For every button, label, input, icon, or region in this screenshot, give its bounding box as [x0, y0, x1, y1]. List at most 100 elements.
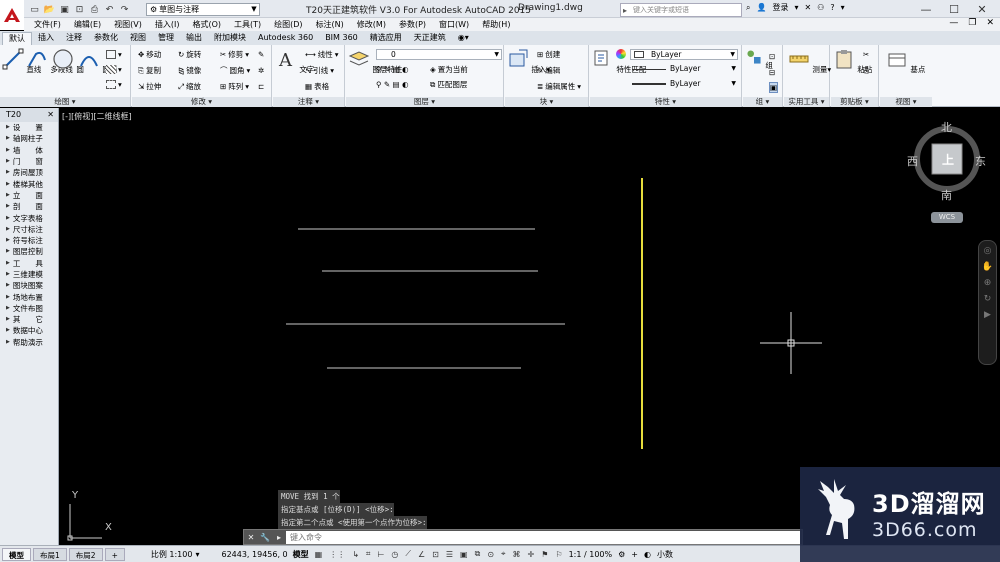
menu-modify[interactable]: 修改(M) [357, 19, 386, 30]
mirror-button[interactable]: ⧎ 镜像 [178, 65, 201, 76]
group-edit-icon[interactable]: ⊟ [769, 67, 775, 78]
menu-parametric[interactable]: 参数(P) [399, 19, 426, 30]
redo-icon[interactable]: ↷ [118, 4, 131, 16]
plus-icon[interactable]: + [631, 550, 638, 559]
user-icon[interactable]: 👤 [756, 3, 766, 12]
tab-model[interactable]: 模型 [2, 547, 31, 561]
linetype-dropdown[interactable]: ByLayer ▼ [630, 64, 738, 75]
menu-dimension[interactable]: 标注(N) [316, 19, 344, 30]
grid-icon[interactable]: ▦ [315, 550, 323, 559]
tab-output[interactable]: 输出 [180, 32, 208, 45]
ungroup-icon[interactable]: ⊡ [769, 51, 775, 62]
annotation-visibility-icon[interactable]: ⚑ [541, 550, 548, 559]
leader-button[interactable]: ↖ 引线 ▾ [305, 65, 334, 76]
table-button[interactable]: ▦ 表格 [305, 81, 329, 92]
tab-default[interactable]: 默认 [2, 32, 32, 45]
palette-item[interactable]: ▶ 图块图案 [0, 280, 58, 291]
tab-more-icon[interactable]: ◉▾ [452, 32, 475, 45]
make-current-button[interactable]: ◈ 置为当前 [430, 64, 468, 75]
hatch-icon[interactable]: ▾ [106, 64, 122, 75]
doc-minimize-icon[interactable]: — [949, 18, 958, 28]
stretch-button[interactable]: ⇲ 拉伸 [138, 81, 161, 92]
maximize-icon[interactable]: ☐ [940, 0, 968, 18]
text-button[interactable]: A 文字 [275, 48, 314, 75]
workspace-dropdown[interactable]: ⚙ 草图与注释 ▼ [146, 3, 260, 16]
palette-item[interactable]: ▶ 数据中心 [0, 325, 58, 336]
3d-osnap-icon[interactable]: ⊙ [487, 550, 494, 559]
arc-button[interactable]: 圆弧 [78, 48, 117, 75]
isolate-icon[interactable]: ◐ [644, 550, 651, 559]
palette-item[interactable]: ▶ 符号标注 [0, 235, 58, 246]
panel-layers-title[interactable]: 图层 ▾ [346, 97, 503, 107]
steering-wheel-icon[interactable]: ◎ [979, 243, 996, 259]
palette-item[interactable]: ▶ 图层控制 [0, 246, 58, 257]
layer-properties-button[interactable]: 图层特性 [348, 48, 402, 75]
model-space-toggle[interactable]: 模型 [293, 549, 309, 560]
palette-color-icon[interactable] [616, 49, 626, 59]
palette-item[interactable]: ▶ 设 置 [0, 122, 58, 133]
group-button[interactable]: 组 [745, 48, 773, 71]
menu-insert[interactable]: 插入(I) [155, 19, 180, 30]
annotation-scale-value[interactable]: 1:1 / 100% [569, 550, 613, 559]
polyline-button[interactable]: 多段线 [26, 48, 73, 75]
menu-help[interactable]: 帮助(H) [482, 19, 510, 30]
palette-item[interactable]: ▶ 帮助演示 [0, 337, 58, 348]
ortho-icon[interactable]: ⊢ [377, 550, 384, 559]
tab-annotate[interactable]: 注释 [60, 32, 88, 45]
circle-button[interactable]: 圆 [52, 48, 84, 75]
lineweight-dropdown[interactable]: ByLayer ▼ [630, 79, 738, 90]
new-file-icon[interactable]: ▭ [28, 4, 41, 16]
chevron-down-icon[interactable]: ▾ [195, 550, 199, 559]
compass-north[interactable]: 北 [941, 119, 952, 135]
print-icon[interactable]: ⎙ [88, 4, 101, 16]
binoculars-icon[interactable]: ⌕ [746, 3, 750, 13]
dynamic-input-icon[interactable]: ⌗ [366, 549, 371, 559]
showmotion-icon[interactable]: ▶ [979, 307, 996, 323]
match-layer-button[interactable]: ⧉ 匹配图层 [430, 79, 467, 90]
workspace-switch-icon[interactable]: ⚙ [618, 550, 625, 559]
menu-format[interactable]: 格式(O) [192, 19, 221, 30]
selection-filter-icon[interactable]: ⌘ [513, 550, 521, 559]
tab-manage[interactable]: 管理 [152, 32, 180, 45]
panel-modify-title[interactable]: 修改 ▾ [132, 97, 271, 107]
tab-view[interactable]: 视图 [124, 32, 152, 45]
compass-south[interactable]: 南 [941, 187, 952, 203]
linear-dim-button[interactable]: ⟷ 线性 ▾ [305, 49, 339, 60]
lineweight-icon[interactable]: ☰ [446, 550, 453, 559]
menu-window[interactable]: 窗口(W) [439, 19, 469, 30]
menu-view[interactable]: 视图(V) [114, 19, 142, 30]
match-properties-button[interactable]: 特性匹配 [592, 48, 646, 75]
help-icon[interactable]: ? [830, 3, 834, 12]
connect-icon[interactable]: ⚇ [817, 3, 824, 12]
navigation-bar[interactable]: ◎ ✋ ⊕ ↻ ▶ [978, 240, 997, 365]
chevron-down-icon[interactable]: ▾ [794, 3, 798, 12]
infer-icon[interactable]: ↳ [352, 550, 359, 559]
chevron-down-icon[interactable]: ▾ [841, 3, 845, 12]
scale-button[interactable]: ⤢ 缩放 [178, 81, 201, 92]
panel-groups-title[interactable]: 组 ▾ [743, 97, 782, 107]
save-as-icon[interactable]: ⊡ [73, 4, 86, 16]
palette-item[interactable]: ▶ 房间屋顶 [0, 167, 58, 178]
tab-featured-apps[interactable]: 精选应用 [364, 32, 408, 45]
offset-icon[interactable]: ⊏ [258, 81, 264, 92]
polar-icon[interactable]: ◷ [391, 550, 398, 559]
insert-block-button[interactable]: 插入▾ [507, 48, 550, 75]
panel-clipboard-title[interactable]: 剪贴板 ▾ [831, 97, 878, 107]
palette-item[interactable]: ▶ 剖 面 [0, 201, 58, 212]
color-dropdown[interactable]: ByLayer ▼ [630, 49, 738, 60]
trim-button[interactable]: ✂ 修剪 ▾ [220, 49, 249, 60]
close-icon[interactable]: ✕ [968, 0, 996, 18]
doc-close-icon[interactable]: ✕ [986, 18, 994, 28]
tab-parametric[interactable]: 参数化 [88, 32, 124, 45]
panel-properties-title[interactable]: 特性 ▾ [590, 97, 741, 107]
layer-tools-row-1[interactable]: ⚲ ✎ ▤ ◐ [376, 64, 409, 75]
panel-draw-title[interactable]: 绘图 ▾ [0, 97, 130, 107]
command-input[interactable] [286, 530, 800, 544]
login-button[interactable]: 登录 [772, 2, 788, 13]
selection-cycling-icon[interactable]: ⧉ [475, 549, 481, 559]
palette-item[interactable]: ▶ 门 窗 [0, 156, 58, 167]
exchange-icon[interactable]: ✕ [804, 3, 811, 12]
object-snap-icon[interactable]: ⊡ [432, 550, 439, 559]
measure-button[interactable]: 测量▾ [788, 48, 831, 75]
palette-item[interactable]: ▶ 立 面 [0, 190, 58, 201]
